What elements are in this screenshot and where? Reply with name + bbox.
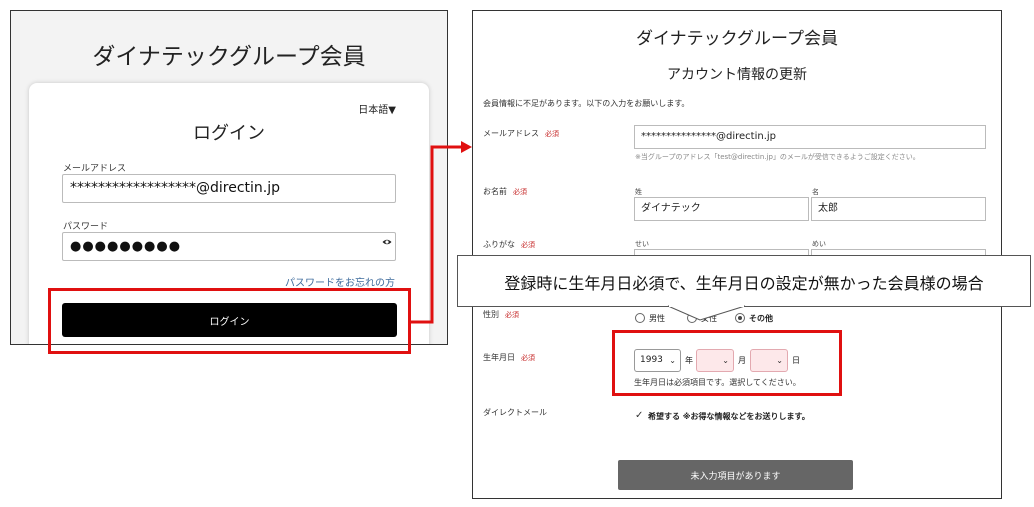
required-badge: 必須 [521, 354, 535, 362]
update-page-title: ダイナテックグループ会員 [636, 29, 838, 49]
update-heading: アカウント情報の更新 [667, 67, 807, 83]
birthdate-highlight [612, 330, 842, 396]
birthdate-label: 生年月日 [483, 353, 515, 362]
login-button-highlight [48, 288, 411, 354]
checkmark-icon[interactable]: ✓ [635, 411, 645, 421]
last-name-field[interactable]: ダイナテック [634, 197, 809, 221]
gender-male-radio[interactable] [635, 313, 645, 323]
furigana-label: ふりがな [483, 240, 515, 249]
email-field[interactable]: ******************@directin.jp [62, 174, 396, 203]
gender-female-label: 女性 [701, 314, 717, 323]
submit-button[interactable]: 未入力項目があります [618, 460, 853, 490]
first-name-field[interactable]: 太郎 [811, 197, 986, 221]
direct-mail-checkbox-label: 希望する ※お得な情報などをお送りします。 [648, 412, 810, 421]
name-row-label: お名前 必須 [483, 186, 527, 197]
email-row-label: メールアドレス 必須 [483, 128, 559, 139]
email-field[interactable]: ***************@directin.jp [634, 125, 986, 149]
login-heading: ログイン [193, 123, 265, 144]
gender-female-radio[interactable] [687, 313, 697, 323]
birthdate-row-label: 生年月日 必須 [483, 352, 535, 363]
required-badge: 必須 [545, 130, 559, 138]
callout-box: 登録時に生年月日必須で、生年月日の設定が無かった会員様の場合 [457, 255, 1031, 307]
email-label: メールアドレス [483, 129, 539, 138]
login-page-title: ダイナテックグループ会員 [92, 44, 366, 70]
required-badge: 必須 [521, 241, 535, 249]
password-label: パスワード [63, 222, 109, 232]
gender-label: 性別 [483, 310, 499, 319]
direct-mail-label: ダイレクトメール [483, 408, 547, 417]
gender-other-radio[interactable] [735, 313, 745, 323]
required-badge: 必須 [513, 188, 527, 196]
name-label: お名前 [483, 187, 507, 196]
gender-male-label: 男性 [649, 314, 665, 323]
callout-text: 登録時に生年月日必須で、生年月日の設定が無かった会員様の場合 [504, 274, 984, 293]
gender-other-label: その他 [749, 314, 773, 323]
required-badge: 必須 [505, 311, 519, 319]
forgot-password-link[interactable]: パスワードをお忘れの方 [285, 274, 395, 289]
missing-info-notice: 会員情報に不足があります。以下の入力をお願いします。 [483, 99, 690, 108]
furigana-row-label: ふりがな 必須 [483, 239, 535, 250]
furigana-first-label: めい [812, 240, 826, 248]
furigana-last-label: せい [635, 240, 649, 248]
gender-row-label: 性別 必須 [483, 309, 519, 320]
language-selector[interactable]: 日本語▼ [358, 101, 396, 116]
email-label: メールアドレス [63, 164, 127, 174]
eye-icon[interactable] [382, 237, 392, 247]
last-name-label: 姓 [635, 188, 642, 196]
password-field[interactable]: ●●●●●●●●● [62, 232, 396, 261]
first-name-label: 名 [812, 188, 819, 196]
email-hint: ※当グループのアドレス「test@directin.jp」のメールが受信できるよ… [635, 153, 920, 161]
